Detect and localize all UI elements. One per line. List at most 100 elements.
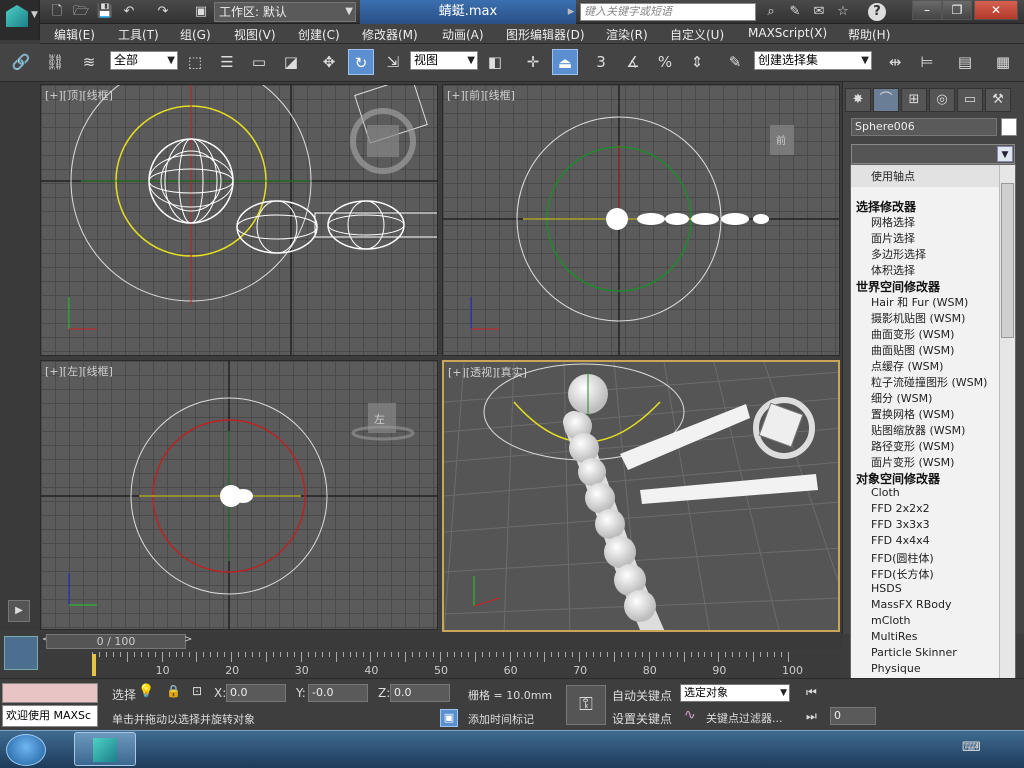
modifier-list-item[interactable]: HSDS [871, 582, 902, 595]
undo-icon[interactable]: ↶ [120, 3, 138, 21]
search-input[interactable]: 键入关键字或短语 [580, 3, 756, 21]
viewport-front[interactable]: [+][前][线框] 前 [442, 84, 840, 356]
manipulate-icon[interactable]: ✛ [520, 49, 546, 75]
viewport-perspective[interactable]: [+][透视][真实] [442, 360, 840, 632]
modifier-list-item[interactable]: 面片选择 [871, 230, 915, 246]
modify-tab-icon[interactable]: ⌒ [873, 88, 899, 112]
add-time-tag[interactable]: 添加时间标记 [468, 711, 534, 727]
modifier-list-item[interactable]: Cloth [871, 486, 900, 499]
view-cube-label[interactable]: 前 [776, 134, 786, 147]
minimize-button[interactable]: – [912, 0, 942, 20]
modifier-list-item[interactable]: 细分 (WSM) [871, 390, 932, 406]
x-coord-field[interactable]: 0.0 [226, 684, 286, 702]
viewport-top[interactable]: [+][顶][线框] [40, 84, 438, 356]
link-icon[interactable]: 🔗 [8, 49, 34, 75]
select-by-name-icon[interactable]: ☰ [214, 49, 240, 75]
menu-group[interactable]: 组(G) [180, 26, 211, 43]
absolute-mode-icon[interactable]: ⊡ [192, 684, 202, 698]
app-menu-button[interactable]: ▼ [0, 0, 40, 40]
hierarchy-tab-icon[interactable]: ⊞ [901, 88, 927, 112]
mirror-icon[interactable]: ⇹ [882, 49, 908, 75]
menu-customize[interactable]: 自定义(U) [670, 26, 724, 43]
auto-key-button[interactable]: 自动关键点 [612, 687, 672, 704]
edit-named-selection-icon[interactable]: ✎ [722, 49, 748, 75]
view-cube-label[interactable]: 左 [374, 413, 385, 426]
viewport-layout-icon[interactable] [4, 636, 38, 670]
rotate-icon[interactable]: ↻ [348, 49, 374, 75]
reference-coord-dropdown[interactable]: 视图 ▼ [410, 51, 478, 70]
bind-space-warp-icon[interactable]: ≋ [76, 49, 102, 75]
modifier-list-item[interactable]: 摄影机贴图 (WSM) [871, 310, 965, 326]
modifier-list-item[interactable]: mCloth [871, 614, 910, 627]
menu-graph-editors[interactable]: 图形编辑器(D) [506, 26, 585, 43]
modifier-list-item[interactable]: FFD 3x3x3 [871, 518, 930, 531]
unlink-icon[interactable]: ⛓ [42, 49, 68, 75]
modifier-list-dropdown[interactable]: ▼ [851, 144, 1015, 164]
modifier-list-item[interactable]: 使用轴点 [871, 168, 915, 184]
modifier-list-item[interactable]: Particle Skinner [871, 646, 957, 659]
modifier-list-item[interactable]: FFD 2x2x2 [871, 502, 930, 515]
named-selection-dropdown[interactable]: 创建选择集 ▼ [754, 51, 872, 70]
motion-tab-icon[interactable]: ◎ [929, 88, 955, 112]
menu-rendering[interactable]: 渲染(R) [606, 26, 648, 43]
isolate-bulb-icon[interactable]: 💡 [138, 684, 154, 699]
go-to-start-icon[interactable]: ⏮ [806, 685, 817, 700]
favorites-star-icon[interactable]: ☆ [834, 3, 852, 21]
modifier-list-item[interactable]: 点缓存 (WSM) [871, 358, 943, 374]
key-filters-button[interactable]: 关键点过滤器... [706, 710, 783, 726]
close-button[interactable]: ✕ [974, 0, 1018, 20]
modifier-list-item[interactable]: FFD(长方体) [871, 566, 934, 582]
viewport-left[interactable]: [+][左][线框] 左 [40, 360, 438, 630]
time-tag-icon[interactable]: ▣ [440, 709, 458, 727]
utilities-tab-icon[interactable]: ⚒ [985, 88, 1011, 112]
open-file-icon[interactable]: 🗁 [72, 3, 90, 21]
angle-snap-icon[interactable]: ∡ [620, 49, 646, 75]
move-icon[interactable]: ✥ [316, 49, 342, 75]
current-frame-marker[interactable] [92, 654, 96, 676]
modifier-list-item[interactable]: 多边形选择 [871, 246, 926, 262]
current-frame-field[interactable]: 0 [830, 707, 876, 725]
snaps-toggle-icon[interactable]: 3 [588, 49, 614, 75]
communication-center-icon[interactable]: ✉ [810, 3, 828, 21]
menu-animation[interactable]: 动画(A) [442, 26, 484, 43]
select-object-icon[interactable]: ⬚ [182, 49, 208, 75]
set-key-button[interactable]: 设置关键点 [612, 710, 672, 727]
new-file-icon[interactable]: 🗋 [48, 3, 66, 21]
binoculars-icon[interactable]: ⌕ [762, 3, 780, 21]
window-crossing-icon[interactable]: ◪ [278, 49, 304, 75]
pivot-center-icon[interactable]: ◧ [482, 49, 508, 75]
modifier-list-item[interactable]: Physique [871, 662, 921, 675]
modifier-list-item[interactable]: MassFX RBody [871, 598, 951, 611]
modifier-list-item[interactable]: 网格选择 [871, 214, 915, 230]
modifier-list-item[interactable]: 路径变形 (WSM) [871, 438, 954, 454]
trackbar[interactable]: 10 20 30 40 50 60 70 80 90 100 [40, 652, 842, 678]
menu-help[interactable]: 帮助(H) [848, 26, 890, 43]
modifier-list-item[interactable]: 贴图缩放器 (WSM) [871, 422, 965, 438]
menu-tools[interactable]: 工具(T) [118, 26, 159, 43]
keyboard-tray-icon[interactable]: ⌨ [962, 740, 981, 755]
menu-modifiers[interactable]: 修改器(M) [362, 26, 418, 43]
spinner-snap-icon[interactable]: ⇕ [684, 49, 710, 75]
modifier-list-item[interactable]: 体积选择 [871, 262, 915, 278]
windows-start-icon[interactable] [6, 734, 46, 766]
restore-button[interactable]: ❐ [942, 0, 972, 20]
menu-views[interactable]: 视图(V) [234, 26, 276, 43]
align-icon[interactable]: ⊨ [914, 49, 940, 75]
modifier-list-item[interactable]: 粒子流碰撞图形 (WSM) [871, 374, 987, 390]
save-icon[interactable]: 💾 [96, 3, 114, 21]
modifier-list-item[interactable]: Hair 和 Fur (WSM) [871, 294, 968, 310]
object-name-field[interactable]: Sphere006 [851, 118, 997, 136]
scale-icon[interactable]: ⇲ [380, 49, 406, 75]
chevron-right-icon[interactable]: ▸ [562, 3, 580, 21]
modifier-list-item[interactable]: FFD 4x4x4 [871, 534, 930, 547]
key-tool-icon[interactable]: ✎ [786, 3, 804, 21]
workspace-dropdown[interactable]: 工作区: 默认 ▼ [214, 2, 356, 22]
taskbar-3dsmax-app[interactable] [74, 732, 136, 766]
chevron-right-icon[interactable]: > [184, 634, 192, 645]
modifier-list-item[interactable]: 面片变形 (WSM) [871, 454, 954, 470]
modifier-list-item[interactable]: 曲面贴图 (WSM) [871, 342, 954, 358]
scrollbar-thumb[interactable] [1001, 183, 1014, 338]
maxscript-welcome[interactable]: 欢迎使用 MAXSc [2, 705, 98, 727]
modifier-list-item[interactable]: MultiRes [871, 630, 918, 643]
maxscript-listener-mini[interactable] [2, 683, 98, 703]
